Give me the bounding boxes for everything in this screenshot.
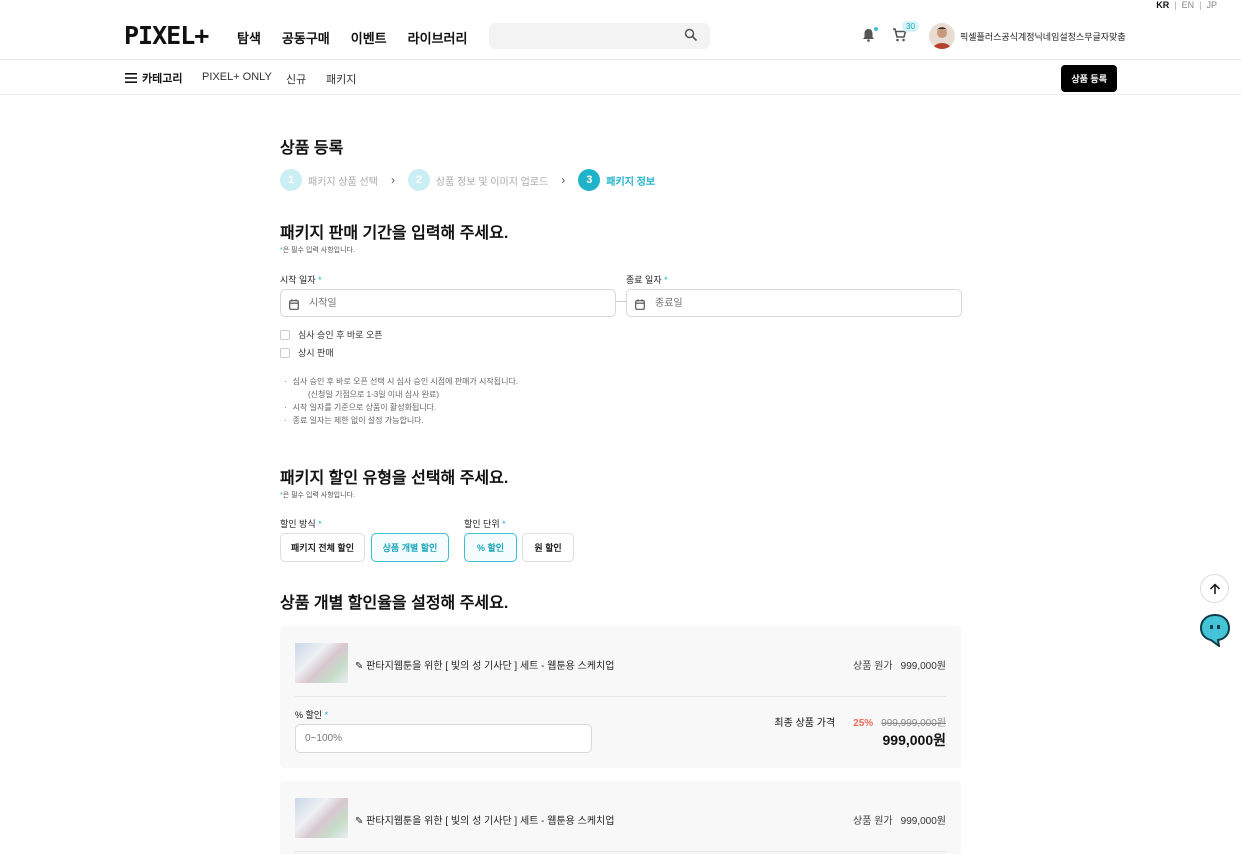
- notification-dot: [874, 27, 878, 31]
- percent-discount-input[interactable]: [295, 724, 592, 753]
- note-item: 시작 일자를 기준으로 상품이 활성화됩니다.: [284, 401, 518, 414]
- final-price: 999,000원: [882, 732, 947, 748]
- strikethrough-price: 999,999,000원: [881, 718, 946, 729]
- step-label: 패키지 정보: [606, 176, 656, 188]
- search-bar[interactable]: [489, 23, 710, 49]
- category-menu[interactable]: 카테고리: [125, 70, 182, 86]
- chevron-right-icon: ›: [561, 173, 566, 187]
- search-icon[interactable]: [684, 28, 698, 47]
- period-notes: 심사 승인 후 바로 오픈 선택 시 심사 승인 시점에 판매가 시작됩니다. …: [284, 375, 518, 427]
- product-name: ✎ 판타지웹툰을 위한 [ 빛의 성 기사단 ] 세트 - 웹툰용 스케치업: [355, 816, 615, 827]
- cart-icon[interactable]: 30: [892, 21, 919, 47]
- discount-method-label: 할인 방식 *: [280, 519, 322, 529]
- notification-bell-icon[interactable]: [862, 27, 878, 47]
- note-item: (신청일 기점으로 1-3일 이내 심사 완료): [308, 390, 440, 399]
- original-price: 상품 원가 999,000원: [853, 816, 946, 827]
- category-label: 카테고리: [142, 73, 183, 85]
- calendar-icon: [289, 297, 299, 315]
- main-nav: 탐색 공동구매 이벤트 라이브러리: [237, 28, 467, 47]
- nav-library[interactable]: 라이브러리: [408, 28, 468, 47]
- discount-section-title: 패키지 할인 유형을 선택해 주세요.: [280, 470, 509, 487]
- cart-count-badge: 30: [902, 21, 919, 32]
- product-discount-card: ✎ 판타지웹툰을 위한 [ 빛의 성 기사단 ] 세트 - 웹툰용 스케치업 상…: [280, 626, 961, 768]
- checkbox[interactable]: [280, 347, 290, 358]
- product-name: ✎ 판타지웹툰을 위한 [ 빛의 성 기사단 ] 세트 - 웹툰용 스케치업: [355, 661, 615, 672]
- original-price: 상품 원가 999,000원: [853, 661, 946, 672]
- divider: [295, 851, 946, 852]
- option-won-discount[interactable]: 원 할인: [522, 533, 574, 562]
- option-individual-discount[interactable]: 상품 개별 할인: [371, 533, 449, 562]
- step-label: 패키지 상품 선택: [308, 176, 378, 188]
- scroll-top-button[interactable]: [1200, 574, 1229, 603]
- required-note: *은 필수 입력 사항입니다.: [280, 247, 355, 254]
- start-date-input[interactable]: [280, 289, 616, 317]
- checkbox-label: 심사 승인 후 바로 오픈: [298, 330, 383, 340]
- step-number: 3: [578, 169, 601, 191]
- individual-section-title: 상품 개별 할인율을 설정해 주세요.: [280, 595, 509, 612]
- arrow-up-icon: [1209, 582, 1220, 594]
- username[interactable]: 픽셀플러스공식계정닉네임설정스무글자맞춤: [960, 30, 1126, 43]
- end-date-input[interactable]: [626, 289, 962, 317]
- lang-separator: |: [1174, 0, 1177, 10]
- end-date-label: 종료 일자 *: [626, 275, 668, 285]
- calendar-icon: [635, 297, 645, 315]
- step-1: 1 패키지 상품 선택: [280, 169, 378, 191]
- stepper: 1 패키지 상품 선택 › 2 상품 정보 및 이미지 업로드 › 3 패키지 …: [280, 169, 655, 191]
- product-thumbnail: [295, 643, 348, 683]
- start-date-label: 시작 일자 *: [280, 275, 322, 285]
- divider: [295, 696, 946, 697]
- lang-jp[interactable]: JP: [1206, 0, 1217, 10]
- note-item: 종료 일자는 제한 없이 설정 가능합니다.: [284, 414, 518, 427]
- product-discount-card: ✎ 판타지웹툰을 위한 [ 빛의 성 기사단 ] 세트 - 웹툰용 스케치업 상…: [280, 781, 961, 854]
- chatbot-icon[interactable]: [1199, 613, 1231, 652]
- site-header: PIXEL+ 탐색 공동구매 이벤트 라이브러리 30 픽셀플러스공식계정닉네임…: [0, 12, 1241, 60]
- lang-separator: |: [1199, 0, 1202, 10]
- checkbox[interactable]: [280, 329, 290, 340]
- step-number: 1: [280, 169, 302, 191]
- chevron-right-icon: ›: [390, 173, 395, 187]
- required-note: *은 필수 입력 사항입니다.: [280, 492, 355, 499]
- percent-discount-label: % 할인 *: [295, 710, 329, 720]
- step-3: 3 패키지 정보: [578, 169, 655, 191]
- option-package-total-discount[interactable]: 패키지 전체 할인: [280, 533, 365, 562]
- product-thumbnail: [295, 798, 348, 838]
- step-2: 2 상품 정보 및 이미지 업로드: [407, 169, 549, 191]
- avatar[interactable]: [929, 23, 955, 49]
- note-item: 심사 승인 후 바로 오픈 선택 시 심사 승인 시점에 판매가 시작됩니다.: [284, 375, 518, 388]
- checkbox-label: 상시 판매: [298, 348, 334, 358]
- hamburger-icon: [125, 73, 137, 83]
- step-number: 2: [407, 169, 430, 191]
- sketch-icon: ✎: [355, 816, 367, 827]
- discount-rate: 25%: [853, 718, 874, 729]
- logo[interactable]: PIXEL+: [124, 23, 209, 48]
- lang-kr[interactable]: KR: [1156, 0, 1169, 10]
- checkbox-always-on-sale[interactable]: 상시 판매: [280, 346, 334, 359]
- discount-unit-label: 할인 단위 *: [464, 519, 506, 529]
- subnav-new[interactable]: 신규: [286, 71, 306, 87]
- sub-nav: 카테고리 PIXEL+ ONLY 신규 패키지 상품 등록: [0, 60, 1241, 95]
- subnav-pixel-only[interactable]: PIXEL+ ONLY: [202, 71, 272, 83]
- language-switch: KR | EN | JP: [1156, 0, 1217, 10]
- nav-explore[interactable]: 탐색: [237, 28, 261, 47]
- sketch-icon: ✎: [355, 661, 367, 672]
- step-label: 상품 정보 및 이미지 업로드: [435, 176, 549, 188]
- nav-group-buy[interactable]: 공동구매: [282, 28, 330, 47]
- register-product-button[interactable]: 상품 등록: [1061, 65, 1117, 92]
- subnav-package[interactable]: 패키지: [326, 71, 356, 87]
- checkbox-open-after-approval[interactable]: 심사 승인 후 바로 오픈: [280, 328, 383, 341]
- page-title: 상품 등록: [280, 140, 344, 157]
- period-section-title: 패키지 판매 기간을 입력해 주세요.: [280, 225, 509, 242]
- search-input[interactable]: [489, 23, 679, 49]
- final-price-row: 최종 상품 가격 25% 999,999,000원: [774, 714, 946, 729]
- date-range-dash: [616, 301, 626, 302]
- final-price-label: 최종 상품 가격: [774, 718, 836, 729]
- option-percent-discount[interactable]: % 할인: [464, 533, 517, 562]
- nav-event[interactable]: 이벤트: [351, 28, 387, 47]
- lang-en[interactable]: EN: [1182, 0, 1195, 10]
